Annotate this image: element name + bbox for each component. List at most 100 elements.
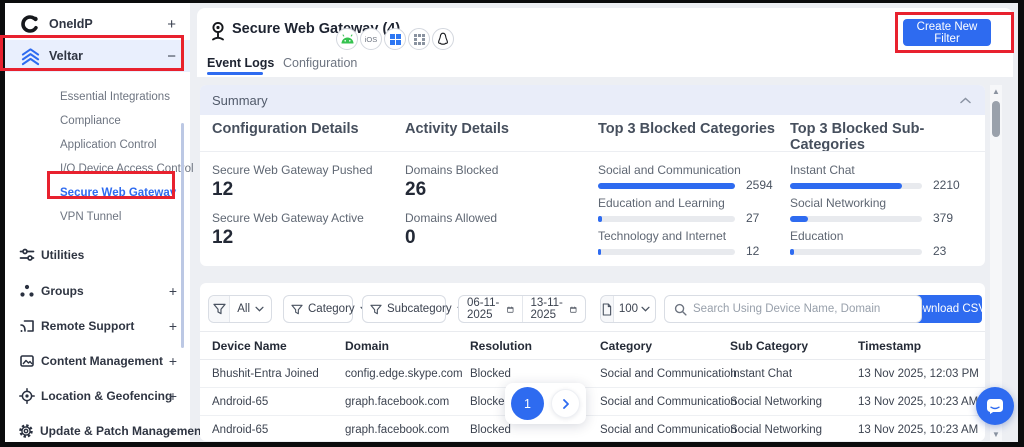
- sidebar-item-vpn-tunnel[interactable]: VPN Tunnel: [60, 205, 180, 229]
- filter-subcategory-value: Subcategory: [387, 303, 452, 315]
- expand-plus-icon[interactable]: +: [169, 388, 177, 404]
- bar-fill: [790, 249, 794, 255]
- sidebar-item-remote-support[interactable]: Remote Support +: [5, 314, 190, 338]
- sidebar-item-label: Remote Support: [41, 319, 134, 333]
- groups-dots-icon: [18, 283, 35, 300]
- sidebar-item-location-geofencing[interactable]: Location & Geofencing +: [5, 384, 190, 408]
- search-input[interactable]: [693, 303, 921, 315]
- expand-plus-icon[interactable]: +: [169, 283, 177, 299]
- veltar-logo-icon: [19, 45, 41, 67]
- bar-track: [598, 216, 735, 222]
- cell-domain: graph.facebook.com: [345, 388, 449, 416]
- funnel-icon: [370, 304, 382, 315]
- bar-value: 12: [746, 244, 759, 258]
- expand-plus-icon[interactable]: +: [169, 423, 177, 439]
- table-row[interactable]: Bhushit-Entra Joined config.edge.skype.c…: [200, 360, 985, 388]
- sidebar-item-content-management[interactable]: Content Management +: [5, 349, 190, 373]
- search-field[interactable]: [664, 295, 922, 323]
- search-icon: [674, 303, 687, 316]
- date-to-value: 13-11-2025: [531, 297, 566, 321]
- top-blocked-categories-title: Top 3 Blocked Categories: [598, 121, 775, 137]
- sidebar-item-compliance[interactable]: Compliance: [60, 109, 180, 133]
- summary-header[interactable]: Summary: [200, 85, 985, 115]
- summary-title: Summary: [212, 93, 268, 108]
- expand-plus-icon[interactable]: +: [167, 16, 176, 33]
- page-number-button[interactable]: 1: [511, 387, 544, 420]
- sidebar-item-oneidp[interactable]: OneIdP +: [5, 9, 190, 39]
- column-header-timestamp: Timestamp: [858, 332, 921, 361]
- bar-track: [598, 249, 735, 255]
- sidebar-item-label: Content Management: [41, 354, 163, 368]
- windows-icon: [384, 28, 406, 50]
- cell-resolution: Blocked: [470, 360, 511, 388]
- sidebar-item-utilities[interactable]: Utilities: [5, 243, 190, 267]
- sidebar-item-application-control[interactable]: Application Control: [60, 133, 180, 157]
- date-from-field[interactable]: 06-11-2025: [459, 296, 523, 322]
- activity-details-title: Activity Details: [405, 121, 509, 137]
- sidebar-item-io-device-access-control[interactable]: I/O Device Access Control: [60, 157, 180, 181]
- chevron-right-icon: [563, 399, 569, 409]
- bar-value: 2594: [746, 178, 773, 192]
- sliders-icon: [18, 247, 35, 264]
- chevron-up-icon[interactable]: [960, 91, 971, 109]
- cell-timestamp: 13 Nov 2025, 10:23 AM: [858, 416, 978, 441]
- bar-track: [790, 183, 922, 189]
- sidebar-item-veltar[interactable]: Veltar −: [5, 40, 190, 72]
- bar-label: Technology and Internet: [598, 229, 726, 243]
- expand-plus-icon[interactable]: +: [169, 353, 177, 369]
- cell-device-name: Bhushit-Entra Joined: [212, 360, 319, 388]
- sidebar-item-secure-web-gateway[interactable]: Secure Web Gateway: [60, 181, 180, 205]
- filter-category-dropdown[interactable]: Category: [283, 295, 353, 323]
- chat-bubble-icon: [986, 398, 1004, 415]
- scroll-up-arrow-icon[interactable]: ▲: [990, 87, 1002, 96]
- column-header-sub-category: Sub Category: [730, 332, 808, 361]
- stat-value: 0: [405, 227, 416, 249]
- collapse-minus-icon[interactable]: −: [167, 48, 176, 65]
- calendar-icon: [570, 304, 577, 315]
- cell-device-name: Android-65: [212, 388, 268, 416]
- bar-value: 379: [933, 211, 953, 225]
- next-page-button[interactable]: [551, 389, 580, 418]
- column-header-resolution: Resolution: [470, 332, 532, 361]
- funnel-icon: [291, 304, 303, 315]
- app-window: OneIdP + Veltar − Essential Integrations…: [0, 0, 1024, 447]
- geofence-target-icon: [18, 388, 35, 405]
- cell-sub-category: Social Networking: [730, 416, 822, 441]
- page-size-dropdown[interactable]: 100: [600, 295, 656, 323]
- bar-track: [598, 183, 735, 189]
- android-icon: [336, 28, 358, 50]
- pagination: 1: [505, 383, 586, 424]
- funnel-icon: [209, 296, 230, 322]
- sidebar-item-update-patch-management[interactable]: Update & Patch Management +: [5, 419, 190, 443]
- bar-label: Social and Communication: [598, 163, 741, 177]
- stat-label: Secure Web Gateway Active: [212, 211, 364, 225]
- sidebar-item-essential-integrations[interactable]: Essential Integrations: [60, 85, 180, 109]
- table-row[interactable]: Android-65 graph.facebook.com Blocked So…: [200, 416, 985, 441]
- cell-category: Social and Communication: [600, 360, 737, 388]
- sidebar-item-label: Update & Patch Management: [40, 424, 205, 438]
- filter-all-dropdown[interactable]: All: [208, 295, 272, 323]
- date-to-field[interactable]: 13-11-2025: [523, 296, 586, 322]
- main-scrollbar-thumb[interactable]: [992, 101, 1000, 137]
- scroll-down-arrow-icon[interactable]: ▼: [990, 430, 1002, 439]
- cell-timestamp: 13 Nov 2025, 10:23 AM: [858, 388, 978, 416]
- filter-subcategory-dropdown[interactable]: Subcategory: [362, 295, 446, 323]
- sidebar-item-groups[interactable]: Groups +: [5, 279, 190, 303]
- date-range-picker[interactable]: 06-11-2025 13-11-2025: [458, 295, 586, 323]
- chat-widget-button[interactable]: [976, 387, 1014, 425]
- table-row[interactable]: Android-65 graph.facebook.com Blocked So…: [200, 388, 985, 416]
- stat-label: Domains Allowed: [405, 211, 497, 225]
- bar-fill: [790, 216, 808, 222]
- stat-value: 12: [212, 227, 233, 249]
- cell-domain: config.edge.skype.com: [345, 360, 463, 388]
- tab-configuration[interactable]: Configuration: [283, 56, 357, 70]
- bar-value: 2210: [933, 178, 960, 192]
- expand-plus-icon[interactable]: +: [169, 318, 177, 334]
- summary-panel: Summary Configuration Details Activity D…: [200, 85, 985, 266]
- ios-icon: iOS: [360, 28, 382, 50]
- tab-event-logs[interactable]: Event Logs: [207, 56, 274, 70]
- bar-fill: [598, 183, 735, 189]
- create-new-filter-button[interactable]: Create New Filter: [903, 19, 991, 46]
- sidebar-scrollbar-thumb[interactable]: [181, 123, 184, 348]
- cell-sub-category: Social Networking: [730, 388, 822, 416]
